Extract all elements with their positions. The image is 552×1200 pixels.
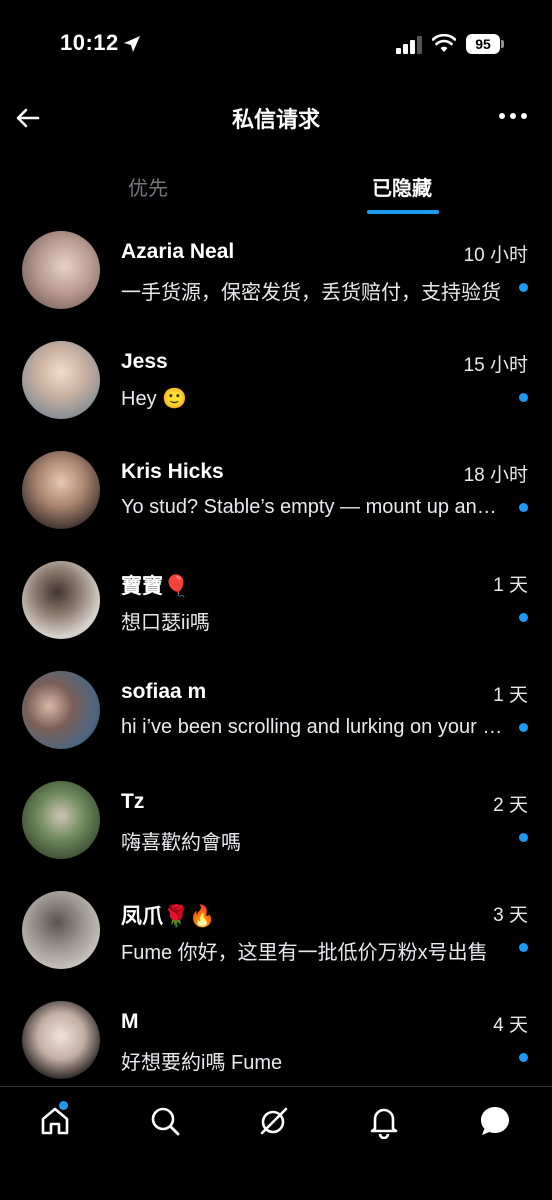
conversation-row[interactable]: Kris Hicks 18 小时 Yo stud? Stable’s empty… [0,436,552,546]
conversation-row[interactable]: Jess 15 小时 Hey 🙂 [0,326,552,436]
conversation-name: Azaria Neal [121,240,235,263]
battery-level: 95 [466,34,500,54]
avatar[interactable] [22,671,100,749]
cellular-signal-icon [396,36,422,54]
conversation-preview: Hey 🙂 [121,388,188,410]
header: 私信请求 [0,90,552,144]
messages-icon [481,1107,509,1135]
unread-dot [519,393,528,402]
nav-search[interactable] [147,1103,183,1139]
conversation-name: M [121,1010,139,1033]
active-tab-indicator [367,210,439,214]
battery-tip [501,40,504,48]
conversation-row[interactable]: M 4 天 好想要約i嗎 Fume [0,986,552,1096]
avatar[interactable] [22,891,100,969]
unread-dot [519,723,528,732]
conversation-preview: 好想要約i嗎 Fume [121,1052,283,1074]
more-options-icon[interactable] [496,106,530,126]
avatar[interactable] [22,1001,100,1079]
page-title: 私信请求 [231,107,320,132]
unread-dot [519,943,528,952]
wifi-icon [432,34,456,52]
avatar[interactable] [22,561,100,639]
grok-icon [260,1107,288,1135]
nav-home[interactable] [37,1101,73,1139]
conversation-name: 寶寶🎈 [121,575,190,598]
conversation-preview: Fume 你好，这里有一批低价万粉x号出售 [121,942,488,964]
conversation-list: Azaria Neal 10 小时 一手货源，保密发货，丢货赔付，支持验货 Je… [0,216,552,1096]
nav-grok[interactable] [256,1103,292,1139]
unread-dot [519,833,528,842]
home-icon [41,1107,69,1135]
notification-dot [59,1101,68,1110]
battery-indicator: 95 [466,34,504,54]
conversation-preview: hi i’ve been scrolling and lurking on yo… [121,716,503,738]
conversation-name: Kris Hicks [121,460,224,483]
conversation-name: Tz [121,790,145,813]
avatar[interactable] [22,781,100,859]
conversation-preview: Yo stud? Stable’s empty — mount up and r… [121,496,503,518]
nav-notifications[interactable] [366,1103,402,1140]
request-tabs: 优先 已隐藏 [0,158,552,218]
status-bar: 10:12 95 [0,0,552,90]
status-time: 10:12 [60,30,119,55]
conversation-time: 3 天 [493,905,528,926]
conversation-row[interactable]: 凤爪🌹🔥 3 天 Fume 你好，这里有一批低价万粉x号出售 [0,876,552,986]
conversation-name: Jess [121,350,168,373]
unread-dot [519,1053,528,1062]
conversation-name: 凤爪🌹🔥 [121,905,216,928]
conversation-time: 18 小时 [463,465,528,486]
conversation-time: 1 天 [493,575,528,596]
unread-dot [519,613,528,622]
conversation-row[interactable]: Azaria Neal 10 小时 一手货源，保密发货，丢货赔付，支持验货 [0,216,552,326]
conversation-time: 10 小时 [463,245,528,266]
conversation-time: 2 天 [493,795,528,816]
avatar[interactable] [22,231,100,309]
conversation-preview: 嗨喜歡約會嗎 [121,832,241,854]
search-icon [151,1107,180,1136]
location-arrow-icon [124,36,140,52]
tab-hidden[interactable]: 已隐藏 [372,172,432,201]
bell-icon [370,1108,398,1140]
conversation-row[interactable]: sofiaa m 1 天 hi i’ve been scrolling and … [0,656,552,766]
conversation-row[interactable]: 寶寶🎈 1 天 想口瑟ii嗎 [0,546,552,656]
conversation-preview: 一手货源，保密发货，丢货赔付，支持验货 [121,282,501,304]
conversation-time: 1 天 [493,685,528,706]
conversation-time: 4 天 [493,1015,528,1036]
dm-requests-screen: 10:12 95 私信请求 优先 已隐藏 Azaria Neal 10 小时 一… [0,0,552,1200]
conversation-preview: 想口瑟ii嗎 [121,612,210,634]
unread-dot [519,283,528,292]
avatar[interactable] [22,341,100,419]
conversation-row[interactable]: Tz 2 天 嗨喜歡約會嗎 [0,766,552,876]
bottom-navigation [0,1086,552,1200]
conversation-name: sofiaa m [121,680,207,703]
unread-dot [519,503,528,512]
nav-messages[interactable] [477,1103,513,1139]
conversation-time: 15 小时 [463,355,528,376]
avatar[interactable] [22,451,100,529]
tab-priority[interactable]: 优先 [128,172,168,201]
